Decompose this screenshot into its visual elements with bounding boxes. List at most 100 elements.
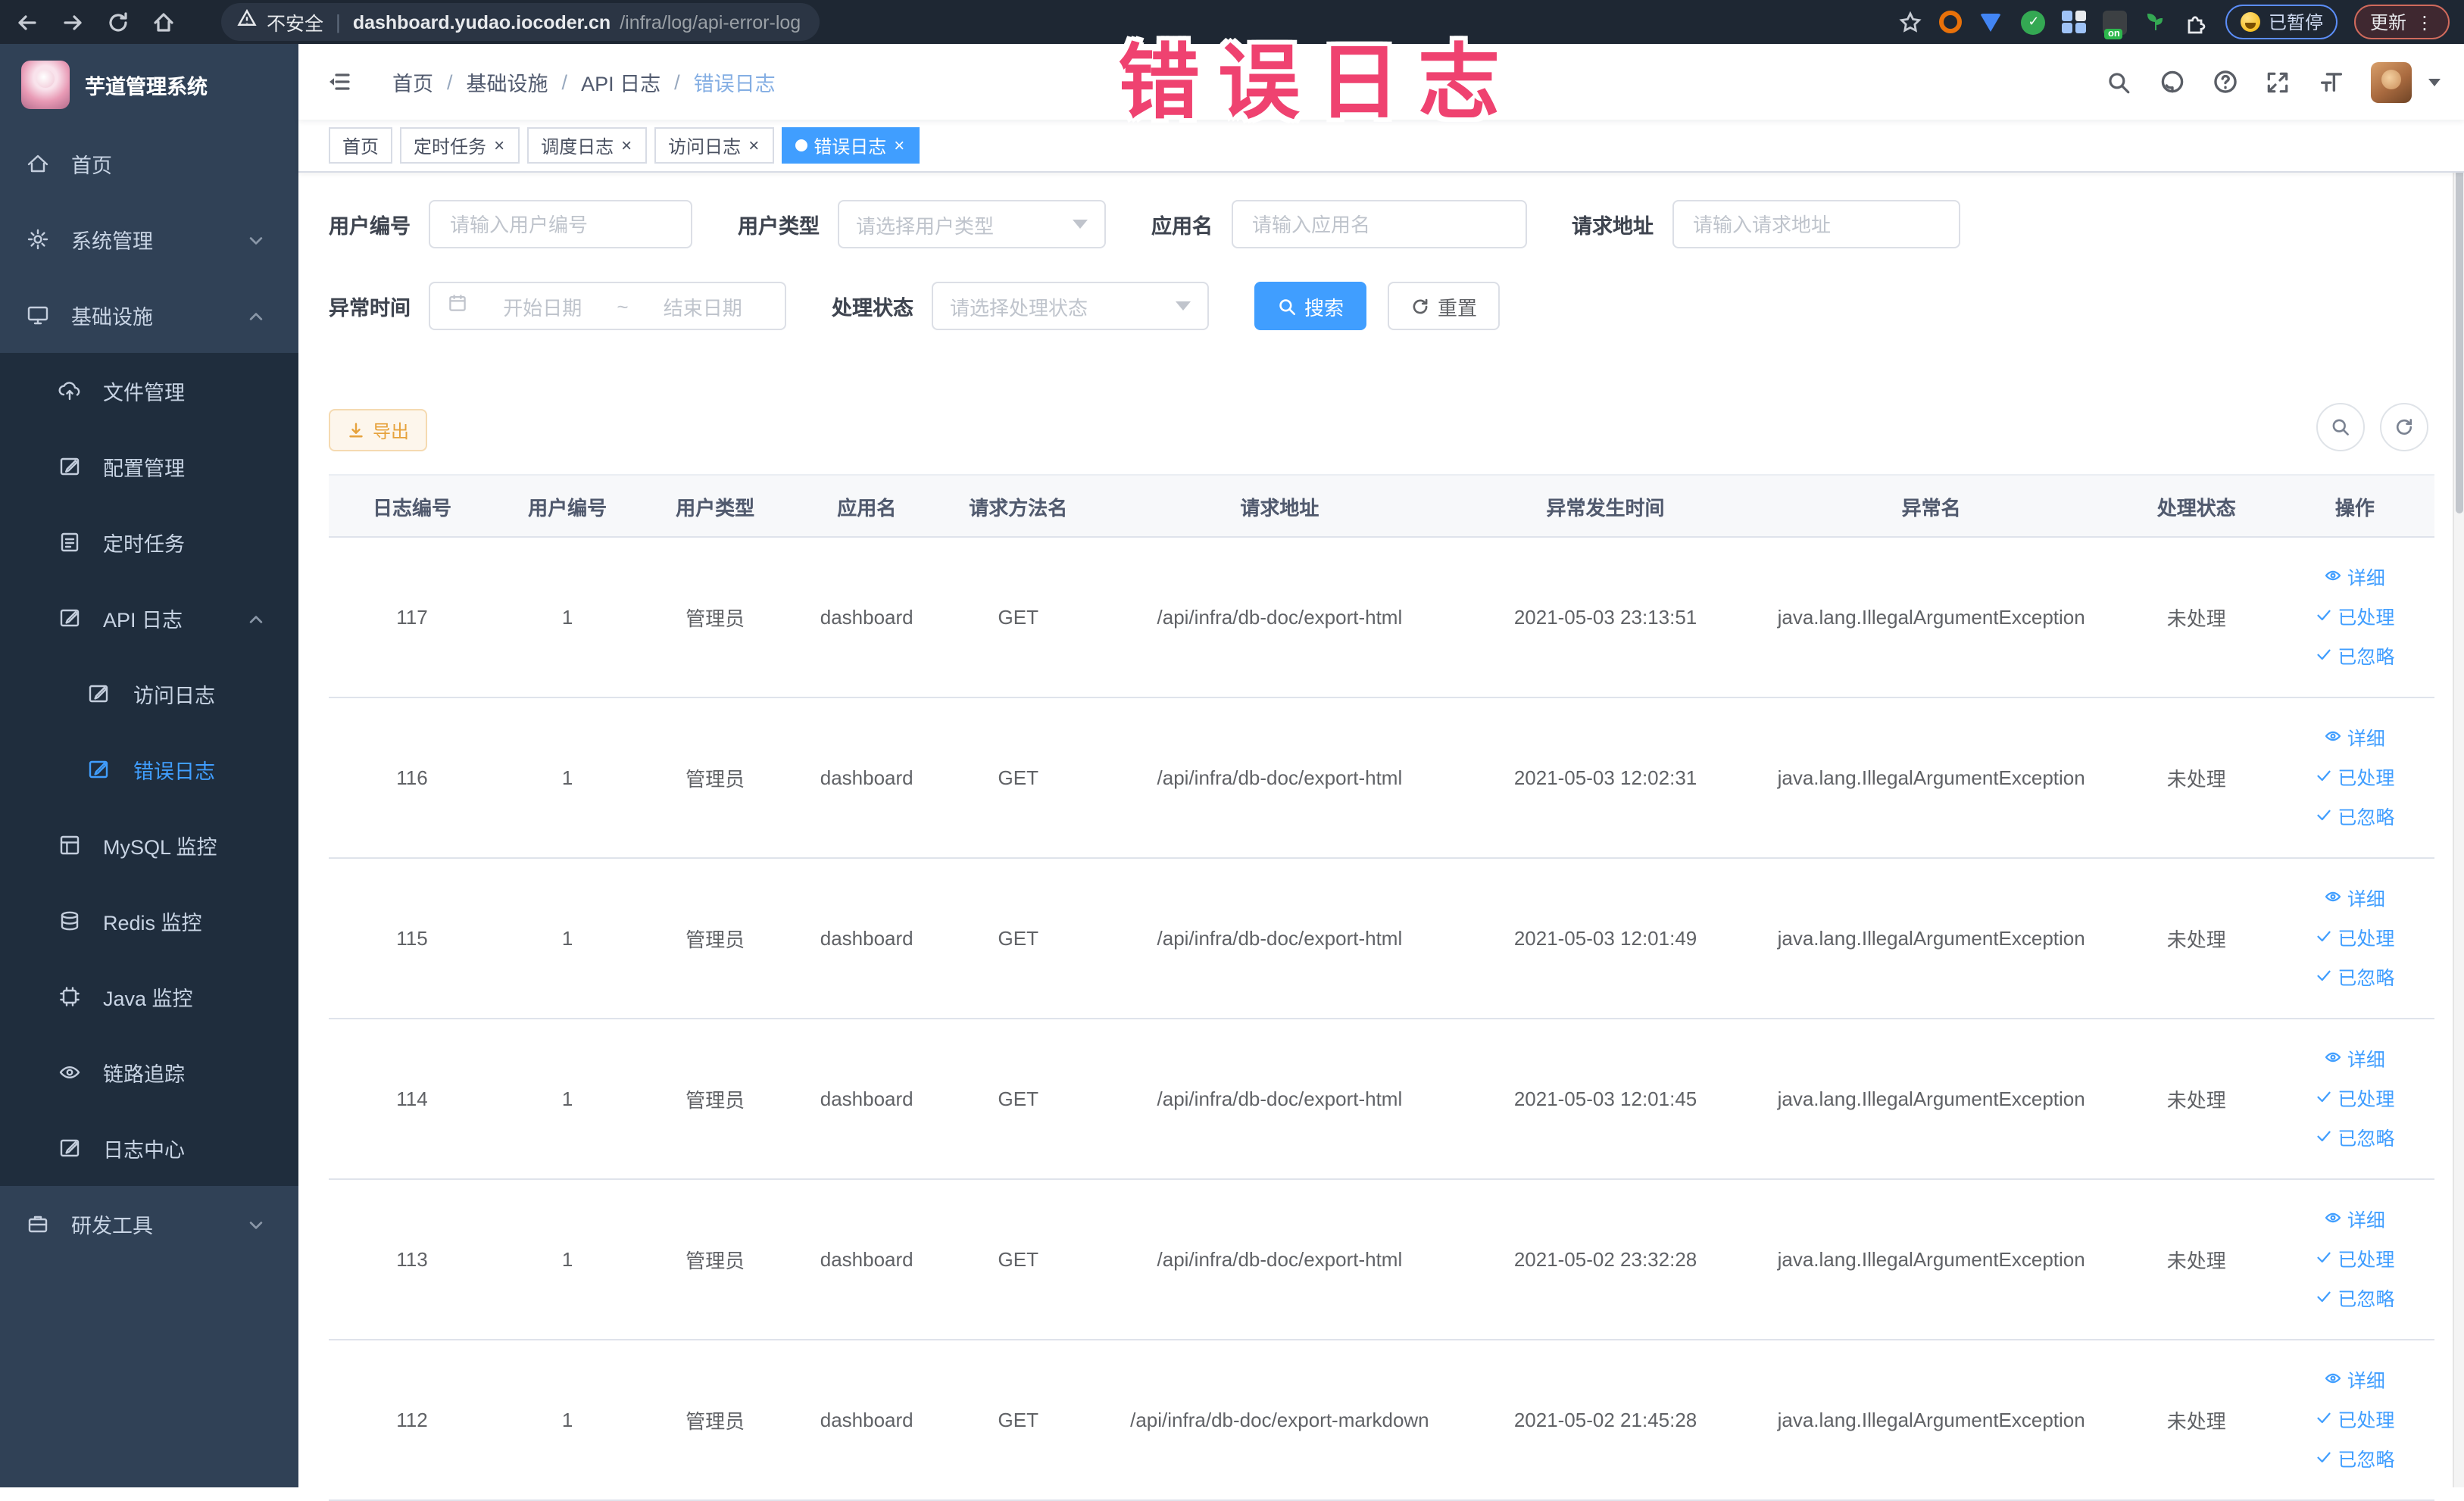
request-url-input[interactable]: [1672, 200, 1960, 248]
profile-paused-badge[interactable]: 已暂停: [2225, 5, 2338, 39]
column-header: 用户类型: [639, 474, 792, 538]
method-cell: GET: [942, 858, 1095, 1019]
eye-icon: [2325, 558, 2343, 598]
chevron-down-icon: [247, 1215, 265, 1233]
security-label: 不安全: [267, 14, 324, 35]
user-id-cell: 1: [495, 1179, 640, 1340]
detail-link[interactable]: 详细: [2284, 1040, 2426, 1079]
font-size-icon[interactable]: [2317, 68, 2344, 95]
close-icon[interactable]: ×: [620, 135, 633, 156]
user-avatar[interactable]: [2370, 61, 2411, 102]
browser-update-button[interactable]: 更新 ⋮: [2354, 5, 2449, 39]
app-name-input[interactable]: [1231, 200, 1526, 248]
ignored-link[interactable]: 已忽略: [2284, 958, 2426, 997]
processed-link[interactable]: 已处理: [2284, 758, 2426, 797]
github-icon[interactable]: [2158, 68, 2185, 95]
sidebar-item-dev-tools[interactable]: 研发工具: [0, 1186, 298, 1262]
redis-icon: [58, 909, 82, 933]
breadcrumb-api-log[interactable]: API 日志: [581, 67, 661, 97]
sidebar-toggle-icon[interactable]: [326, 68, 353, 95]
sidebar-item-scheduled-task[interactable]: 定时任务: [0, 504, 298, 580]
sidebar-item-system-management[interactable]: 系统管理: [0, 201, 298, 277]
tab-home[interactable]: 首页: [329, 127, 393, 164]
eye-icon: [58, 1060, 82, 1084]
tab-schedule-log[interactable]: 调度日志 ×: [527, 127, 648, 164]
reset-button[interactable]: 重置: [1388, 282, 1501, 330]
help-icon[interactable]: [2211, 68, 2238, 95]
sidebar-item-redis-monitor[interactable]: Redis 监控: [0, 883, 298, 959]
sidebar-item-config-management[interactable]: 配置管理: [0, 429, 298, 504]
app-name-label: 应用名: [1151, 215, 1213, 238]
sidebar-item-java-monitor[interactable]: Java 监控: [0, 959, 298, 1034]
ignored-link[interactable]: 已忽略: [2284, 1119, 2426, 1158]
scrollbar[interactable]: [2452, 44, 2464, 1487]
refresh-button[interactable]: [2379, 403, 2428, 451]
detail-link[interactable]: 详细: [2284, 1361, 2426, 1400]
detail-link[interactable]: 详细: [2284, 558, 2426, 598]
processed-link[interactable]: 已处理: [2284, 598, 2426, 637]
back-icon[interactable]: [15, 10, 39, 34]
sidebar-item-home[interactable]: 首页: [0, 126, 298, 201]
bookmark-star-icon[interactable]: [1899, 10, 1923, 34]
detail-link[interactable]: 详细: [2284, 719, 2426, 758]
tab-access-log[interactable]: 访问日志 ×: [654, 127, 775, 164]
processed-link[interactable]: 已处理: [2284, 1240, 2426, 1279]
export-button[interactable]: 导出: [329, 409, 428, 451]
processed-link[interactable]: 已处理: [2284, 1400, 2426, 1440]
chevron-down-icon[interactable]: [2428, 78, 2440, 86]
sidebar-item-file-management[interactable]: 文件管理: [0, 353, 298, 429]
ignored-link[interactable]: 已忽略: [2284, 637, 2426, 676]
app-name-cell: dashboard: [791, 858, 943, 1019]
search-button[interactable]: 搜索: [1254, 282, 1367, 330]
log-id-cell: 116: [329, 697, 496, 859]
update-label: 更新: [2369, 12, 2406, 33]
breadcrumb-infrastructure[interactable]: 基础设施: [467, 67, 548, 97]
user-id-input[interactable]: [429, 200, 692, 248]
extension-pin-icon[interactable]: [1980, 10, 2005, 34]
sidebar-item-api-log[interactable]: API 日志: [0, 580, 298, 656]
sidebar-item-infrastructure[interactable]: 基础设施: [0, 277, 298, 353]
site-security-pill[interactable]: 不安全 | dashboard.yudao.iocoder.cn/infra/l…: [221, 3, 820, 41]
close-icon[interactable]: ×: [892, 135, 906, 156]
sidebar-item-access-log[interactable]: 访问日志: [0, 656, 298, 732]
compose-icon: [58, 606, 82, 630]
ignored-link[interactable]: 已忽略: [2284, 1440, 2426, 1479]
process-status-select[interactable]: 请选择处理状态: [932, 282, 1209, 330]
user-type-select[interactable]: 请选择用户类型: [838, 200, 1106, 248]
tab-error-log[interactable]: 错误日志 ×: [782, 127, 920, 164]
close-icon[interactable]: ×: [747, 135, 760, 156]
extension-orange-icon[interactable]: [1939, 10, 1964, 34]
extension-sprout-icon[interactable]: [2144, 10, 2169, 34]
reload-icon[interactable]: [106, 10, 130, 34]
app-logo[interactable]: 芋道管理系统: [0, 44, 298, 126]
extension-grid-icon[interactable]: [2062, 10, 2087, 34]
column-header: 用户编号: [495, 474, 640, 538]
processed-link[interactable]: 已处理: [2284, 1079, 2426, 1119]
extension-on-icon[interactable]: on: [2103, 10, 2128, 39]
sidebar-item-mysql-monitor[interactable]: MySQL 监控: [0, 807, 298, 883]
ignored-link[interactable]: 已忽略: [2284, 1279, 2426, 1318]
sidebar-item-error-log[interactable]: 错误日志: [0, 732, 298, 807]
sidebar-item-log-center[interactable]: 日志中心: [0, 1110, 298, 1186]
extension-green-icon[interactable]: ✓: [2021, 10, 2046, 34]
search-icon[interactable]: [2105, 68, 2132, 95]
scrollbar-thumb[interactable]: [2455, 150, 2462, 513]
ignored-link[interactable]: 已忽略: [2284, 797, 2426, 837]
sidebar: 芋道管理系统 首页 系统管理 基础设施 文件管理 配置管理 定时任务 API 日志 访问日志错…: [0, 44, 298, 1487]
detail-link[interactable]: 详细: [2284, 1200, 2426, 1240]
extensions-puzzle-icon[interactable]: [2185, 10, 2209, 34]
sidebar-item-trace[interactable]: 链路追踪: [0, 1034, 298, 1110]
tab-scheduled-task[interactable]: 定时任务 ×: [400, 127, 520, 164]
check-icon: [2315, 1400, 2333, 1440]
check-icon: [2315, 1279, 2333, 1318]
home-icon[interactable]: [151, 10, 176, 34]
toggle-search-button[interactable]: [2316, 403, 2364, 451]
breadcrumb-home[interactable]: 首页: [392, 67, 433, 97]
exception-time-range-picker[interactable]: 开始日期 ~ 结束日期: [429, 282, 786, 330]
status-cell: 未处理: [2116, 1179, 2276, 1340]
forward-icon[interactable]: [61, 10, 85, 34]
fullscreen-icon[interactable]: [2264, 68, 2291, 95]
processed-link[interactable]: 已处理: [2284, 919, 2426, 958]
close-icon[interactable]: ×: [492, 135, 506, 156]
detail-link[interactable]: 详细: [2284, 879, 2426, 919]
